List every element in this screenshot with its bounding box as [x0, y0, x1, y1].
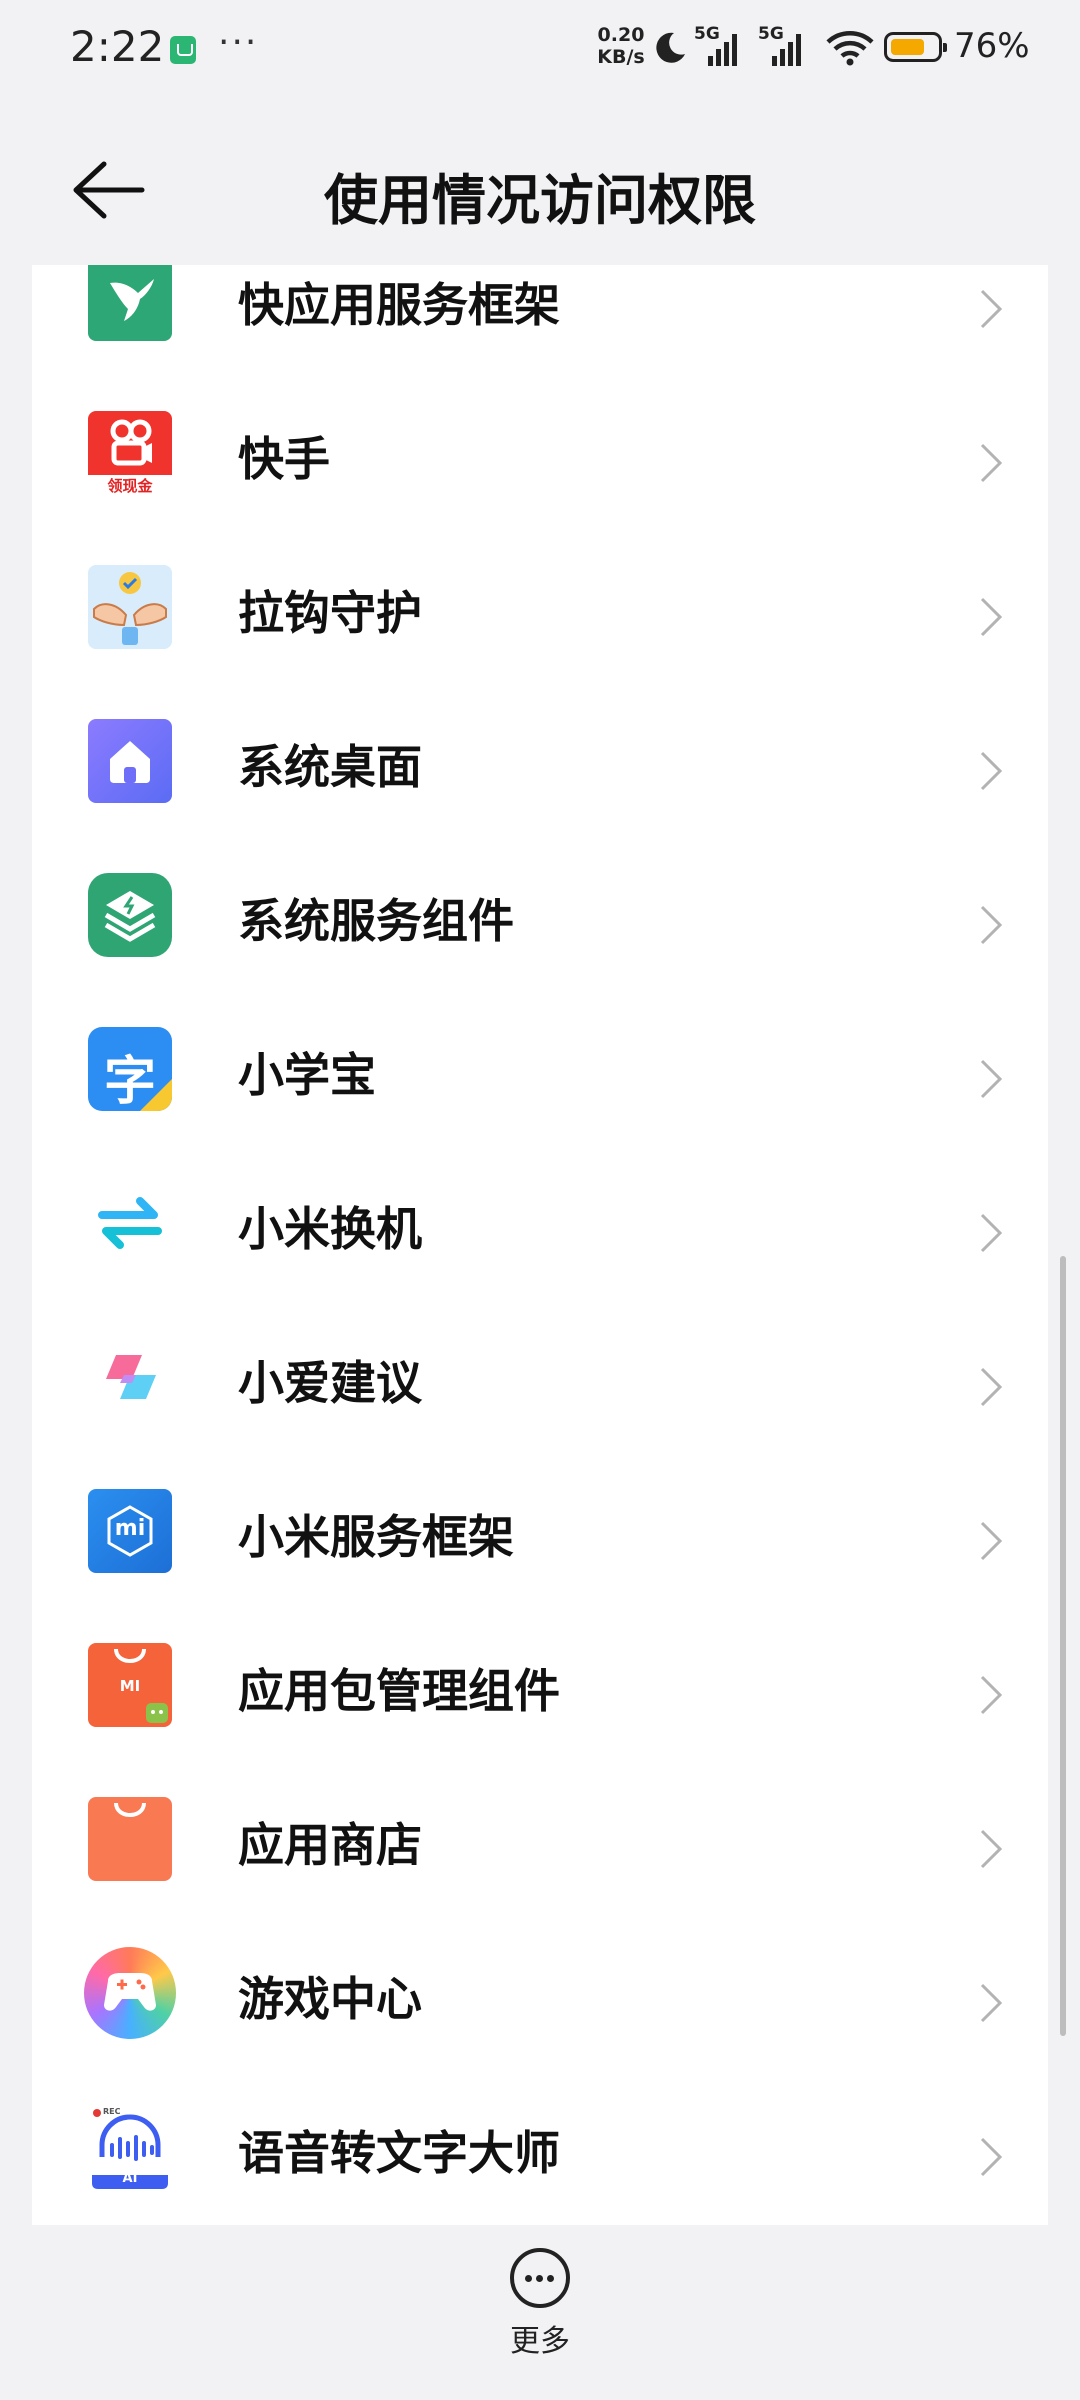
battery-icon	[884, 32, 947, 62]
chevron-right-icon	[980, 1213, 1003, 1253]
status-time: 2:22	[70, 22, 165, 71]
more-notifications-icon: ···	[218, 22, 259, 63]
chevron-right-icon	[980, 289, 1003, 329]
app-label: 快应用服务框架	[238, 278, 560, 332]
chevron-right-icon	[980, 443, 1003, 483]
rec-badge: REC	[103, 2107, 121, 2116]
app-label: 应用包管理组件	[238, 1664, 560, 1718]
list-item-quick-app-framework[interactable]: 快应用服务框架	[32, 265, 1048, 409]
list-item-package-installer[interactable]: MI 应用包管理组件	[32, 1641, 1048, 1795]
app-label: 拉钩守护	[238, 586, 422, 640]
app-list: 快应用服务框架 领现金 快手 拉钩守护 系统桌面 系统服务组件 字 小学宝 小米…	[32, 265, 1048, 2225]
swap-arrows-icon	[88, 1181, 172, 1265]
app-header: 使用情况访问权限	[0, 130, 1080, 250]
xiaoai-icon	[88, 1335, 172, 1419]
app-label: 小米换机	[238, 1202, 422, 1256]
more-button[interactable]: 更多	[500, 2244, 580, 2374]
do-not-disturb-moon-icon	[656, 32, 685, 63]
chevron-right-icon	[980, 1829, 1003, 1869]
chevron-right-icon	[980, 1983, 1003, 2023]
list-item-app-store[interactable]: 应用商店	[32, 1795, 1048, 1949]
list-item-lagou-shouhu[interactable]: 拉钩守护	[32, 563, 1048, 717]
list-item-kuaishou[interactable]: 领现金 快手	[32, 409, 1048, 563]
chevron-right-icon	[980, 597, 1003, 637]
app-label: 小米服务框架	[238, 1510, 514, 1564]
list-item-mi-mover[interactable]: 小米换机	[32, 1179, 1048, 1333]
battery-fill	[891, 39, 925, 55]
list-item-voice-to-text-master[interactable]: REC AI 语音转文字大师	[32, 2103, 1048, 2225]
kuaishou-icon: 领现金	[88, 411, 172, 495]
chevron-right-icon	[980, 1675, 1003, 1715]
chevron-right-icon	[980, 1367, 1003, 1407]
mi-service-icon: mi	[88, 1489, 172, 1573]
kuaishou-badge-text: 领现金	[107, 477, 153, 495]
network-speed-value: 0.20	[597, 24, 645, 46]
app-label: 系统桌面	[238, 740, 422, 794]
study-icon: 字	[88, 1027, 172, 1111]
home-icon	[88, 719, 172, 803]
app-label: 小学宝	[238, 1048, 376, 1102]
game-center-icon	[84, 1947, 176, 2039]
chevron-right-icon	[980, 751, 1003, 791]
network-speed: 0.20 KB/s	[596, 24, 646, 68]
pinky-promise-icon	[88, 565, 172, 649]
list-item-system-launcher[interactable]: 系统桌面	[32, 717, 1048, 871]
list-item-game-center[interactable]: 游戏中心	[32, 1947, 1048, 2103]
app-label: 快手	[238, 432, 330, 486]
voice-to-text-icon: REC AI	[88, 2105, 172, 2189]
battery-percent: 76%	[954, 26, 1030, 66]
app-label: 游戏中心	[238, 1972, 422, 2026]
app-label: 系统服务组件	[238, 894, 514, 948]
package-manager-icon: MI	[88, 1643, 172, 1727]
network-speed-unit: KB/s	[597, 46, 645, 68]
ai-badge: AI	[122, 2171, 138, 2186]
layers-icon	[88, 873, 172, 957]
wifi-icon	[826, 31, 874, 66]
chevron-right-icon	[980, 1521, 1003, 1561]
list-item-system-service-components[interactable]: 系统服务组件	[32, 871, 1048, 1025]
list-item-mi-service-framework[interactable]: mi 小米服务框架	[32, 1487, 1048, 1641]
more-dots-icon	[510, 2248, 570, 2308]
hummingbird-icon	[88, 265, 172, 341]
list-item-xiaoxuebao[interactable]: 字 小学宝	[32, 1025, 1048, 1179]
chevron-right-icon	[980, 2137, 1003, 2177]
notification-app-icon	[170, 36, 196, 64]
status-bar: 2:22 ··· 0.20 KB/s 5G 5G 76%	[0, 0, 1080, 100]
chevron-right-icon	[980, 1059, 1003, 1099]
package-manager-icon-glyph: MI	[119, 1677, 141, 1695]
scrollbar[interactable]	[1060, 1256, 1066, 2036]
list-item-xiaoai-suggestions[interactable]: 小爱建议	[32, 1333, 1048, 1487]
chevron-right-icon	[980, 905, 1003, 945]
app-store-icon	[88, 1797, 172, 1881]
app-label: 语音转文字大师	[238, 2126, 560, 2180]
mi-service-icon-glyph: mi	[114, 1516, 146, 1541]
more-label: 更多	[510, 2324, 570, 2359]
app-label: 小爱建议	[238, 1356, 422, 1410]
app-label: 应用商店	[238, 1818, 422, 1872]
page-title: 使用情况访问权限	[324, 169, 756, 232]
